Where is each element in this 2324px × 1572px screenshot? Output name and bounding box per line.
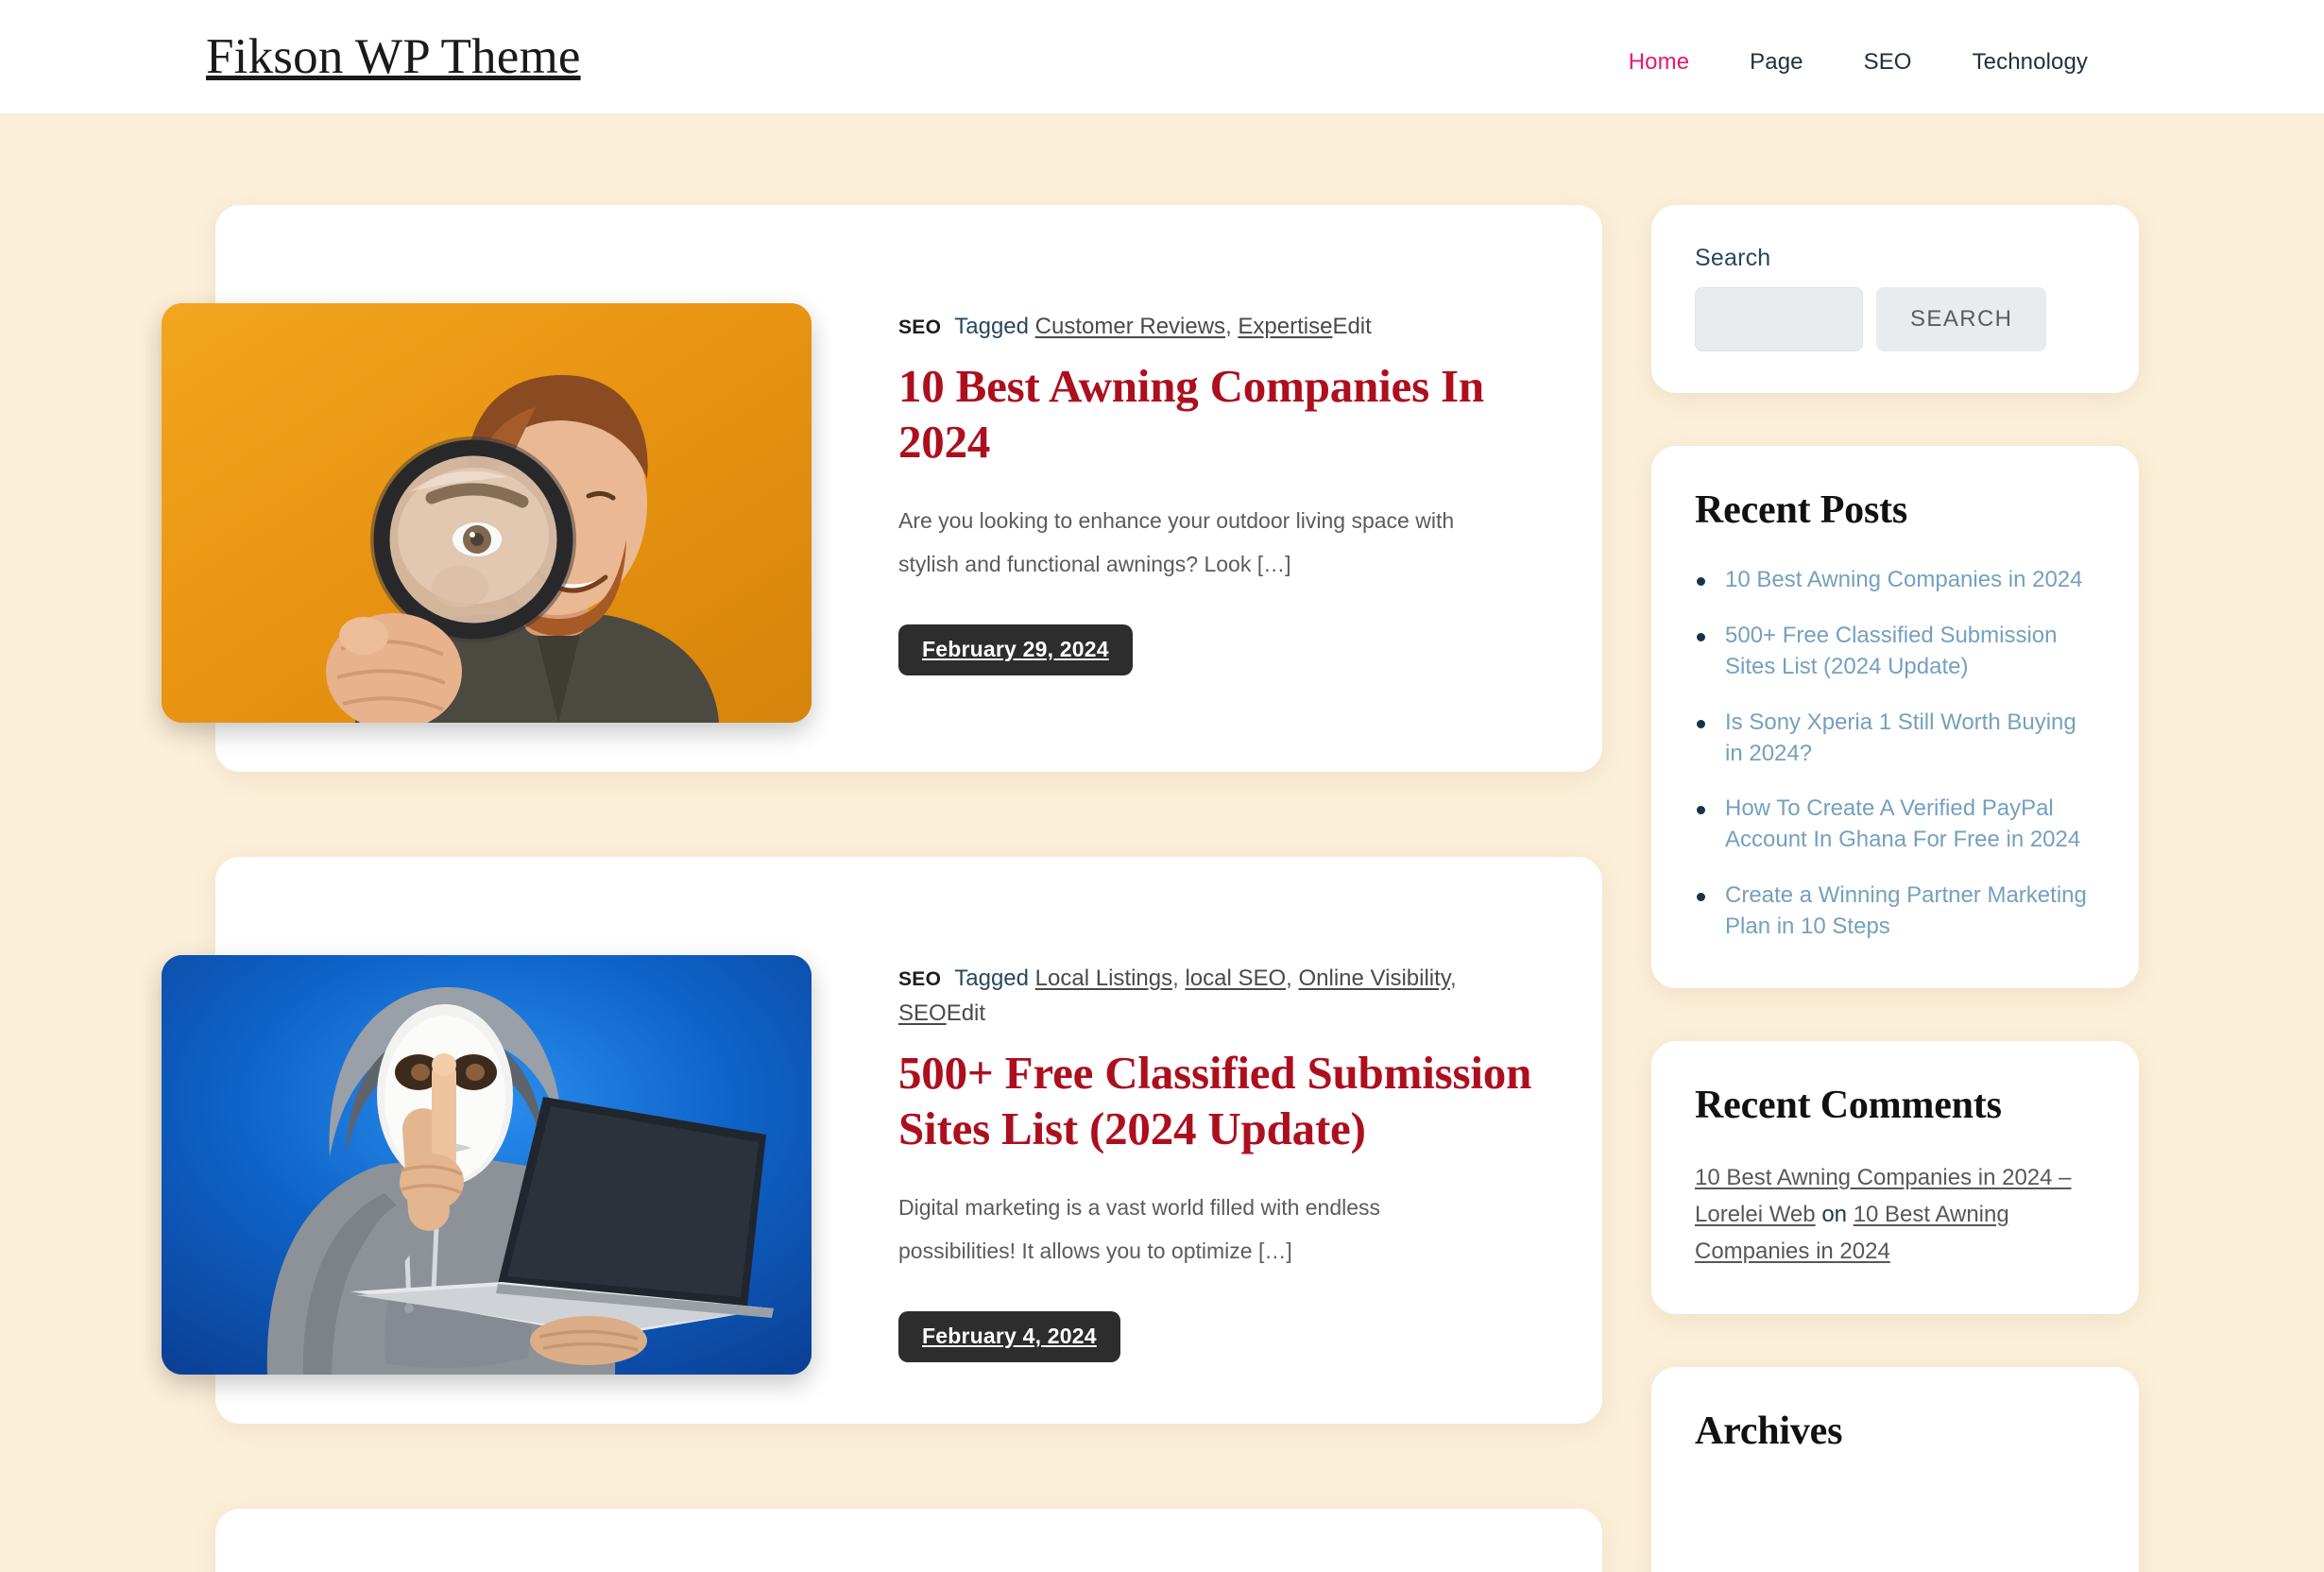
post-category[interactable]: SEO	[898, 316, 941, 338]
post-date-badge[interactable]: February 4, 2024	[898, 1310, 1120, 1362]
post-thumbnail-wrapper	[162, 955, 812, 1375]
recent-posts-title: Recent Posts	[1695, 488, 1908, 532]
recent-comments-title: Recent Comments	[1695, 1083, 2002, 1127]
nav-item-page[interactable]: Page	[1719, 49, 1833, 76]
nav-item-home[interactable]: Home	[1598, 49, 1719, 76]
archives-widget: Archives	[1651, 1366, 2139, 1572]
post-thumbnail-wrapper	[162, 303, 812, 723]
search-button[interactable]: SEARCH	[1876, 287, 2047, 351]
nav-item-seo[interactable]: SEO	[1834, 49, 1942, 76]
list-item: 500+ Free Classified Submission Sites Li…	[1695, 621, 2095, 683]
recent-post-link[interactable]: Is Sony Xperia 1 Still Worth Buying in 2…	[1725, 709, 2076, 766]
post-tag-link[interactable]: Expertise	[1238, 314, 1332, 339]
recent-post-link[interactable]: Create a Winning Partner Marketing Plan …	[1725, 882, 2087, 939]
list-item: Create a Winning Partner Marketing Plan …	[1695, 880, 2095, 943]
search-label: Search	[1695, 245, 1771, 271]
post-tag-link[interactable]: Customer Reviews	[1035, 314, 1225, 339]
post-edit-link[interactable]: Edit	[1332, 314, 1371, 339]
post-thumbnail-link[interactable]	[162, 303, 812, 723]
post-title-link[interactable]: 10 Best Awning Companies In 2024	[898, 360, 1484, 468]
recent-posts-list: 10 Best Awning Companies in 2024 500+ Fr…	[1695, 565, 2095, 943]
site-title[interactable]: Fikson WP Theme	[206, 31, 581, 82]
post-date-badge[interactable]: February 29, 2024	[898, 624, 1133, 675]
post-content: SEO Tagged Customer Reviews, ExpertiseEdi…	[812, 254, 1549, 675]
archives-title: Archives	[1695, 1409, 1843, 1453]
post-tag-link[interactable]: local SEO	[1185, 965, 1286, 991]
nav-item-technology[interactable]: Technology	[1942, 49, 2118, 76]
search-widget: Search SEARCH	[1651, 205, 2139, 393]
recent-post-link[interactable]: How To Create A Verified PayPal Account …	[1725, 795, 2080, 852]
post-meta: SEO Tagged Local Listings, local SEO, Onl…	[898, 965, 1457, 1027]
recent-comments-widget: Recent Comments 10 Best Awning Companies…	[1651, 1040, 2139, 1314]
recent-posts-widget: Recent Posts 10 Best Awning Companies in…	[1651, 446, 2139, 988]
post-edit-link[interactable]: Edit	[947, 1000, 985, 1026]
main-navigation: Home Page SEO Technology	[1598, 38, 2118, 76]
post-excerpt: Are you looking to enhance your outdoor …	[898, 507, 1455, 577]
tagged-label: Tagged	[954, 314, 1029, 339]
comment-connector: on	[1821, 1201, 1848, 1227]
post-thumbnail-link[interactable]	[162, 955, 812, 1375]
site-header: Fikson WP Theme Home Page SEO Technology	[0, 0, 2324, 114]
magnifying-glass-man-photo	[162, 303, 812, 723]
list-item: Is Sony Xperia 1 Still Worth Buying in 2…	[1695, 708, 2095, 770]
post-card: SEO Tagged Customer Reviews, ExpertiseEdi…	[162, 205, 1602, 772]
sidebar: Search SEARCH Recent Posts 10 Best Awnin…	[1651, 205, 2139, 1572]
post-meta: SEO Tagged Customer Reviews, ExpertiseEdi…	[898, 314, 1372, 339]
post-list: SEO Tagged Customer Reviews, ExpertiseEdi…	[162, 205, 1602, 1572]
post-category[interactable]: SEO	[898, 968, 941, 990]
search-form: SEARCH	[1695, 287, 2095, 351]
post-title: 500+ Free Classified Submission Sites Li…	[898, 1046, 1540, 1157]
post-card	[215, 1509, 1602, 1572]
recent-post-link[interactable]: 500+ Free Classified Submission Sites Li…	[1725, 623, 2058, 679]
post-title-link[interactable]: 500+ Free Classified Submission Sites Li…	[898, 1047, 1531, 1154]
post-card: SEO Tagged Local Listings, local SEO, Onl…	[162, 857, 1602, 1424]
tagged-label: Tagged	[954, 965, 1029, 991]
post-content: SEO Tagged Local Listings, local SEO, Onl…	[812, 906, 1549, 1362]
list-item: 10 Best Awning Companies in 2024	[1695, 565, 2095, 596]
masked-hacker-with-laptop-photo	[162, 955, 812, 1375]
search-input[interactable]	[1695, 287, 1863, 351]
list-item: 10 Best Awning Companies in 2024 – Lorel…	[1695, 1160, 2095, 1271]
post-title: 10 Best Awning Companies In 2024	[898, 359, 1540, 470]
post-tag-link[interactable]: SEO	[898, 1000, 947, 1026]
post-tag-link[interactable]: Local Listings	[1035, 965, 1172, 991]
post-excerpt: Digital marketing is a vast world filled…	[898, 1194, 1381, 1264]
list-item: How To Create A Verified PayPal Account …	[1695, 794, 2095, 856]
recent-post-link[interactable]: 10 Best Awning Companies in 2024	[1725, 567, 2082, 592]
post-tag-link[interactable]: Online Visibility	[1299, 965, 1451, 991]
page-container: SEO Tagged Customer Reviews, ExpertiseEdi…	[0, 114, 2324, 1572]
